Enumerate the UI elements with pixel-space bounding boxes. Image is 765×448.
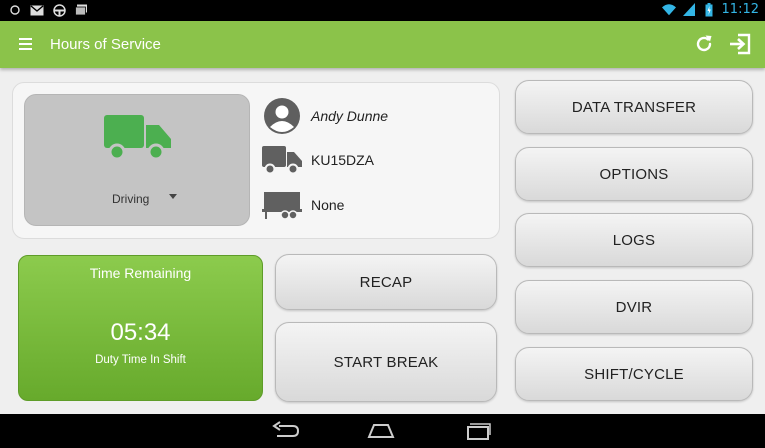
gmail-icon (30, 3, 44, 17)
app-bar: Hours of Service (0, 21, 765, 68)
trailer-row: None (262, 185, 344, 225)
signal-icon (682, 3, 696, 17)
wifi-icon (661, 3, 676, 17)
status-clock: 11:12 (721, 2, 759, 17)
time-remaining-title: Time Remaining (89, 265, 192, 281)
driver-name: Andy Dunne (311, 108, 389, 124)
trailer-icon (262, 185, 302, 225)
time-remaining-subtitle: Duty Time In Shift (95, 354, 186, 366)
trailer-id: None (311, 197, 345, 213)
image-icon (74, 3, 88, 17)
android-debug-icon (8, 3, 22, 17)
truck-icon (104, 113, 172, 163)
refresh-icon[interactable] (693, 33, 715, 55)
back-icon[interactable] (271, 421, 301, 441)
app-screen: 11:12 Hours of Service Driving Andy Dunn… (0, 0, 765, 448)
system-nav-bar (0, 414, 765, 448)
logs-button[interactable]: LOGS (515, 213, 753, 267)
status-bar: 11:12 (0, 0, 765, 21)
options-button[interactable]: OPTIONS (515, 147, 753, 201)
start-break-button[interactable]: START BREAK (275, 322, 497, 402)
data-transfer-button[interactable]: DATA TRANSFER (515, 80, 753, 134)
page-title: Hours of Service (50, 36, 161, 53)
time-remaining-card[interactable]: Time Remaining 05:34 Duty Time In Shift (18, 255, 263, 401)
recent-apps-icon[interactable] (463, 421, 493, 441)
battery-icon (702, 2, 716, 17)
chevron-down-icon (169, 194, 177, 199)
dvir-button[interactable]: DVIR (515, 280, 753, 334)
home-icon[interactable] (366, 421, 396, 441)
vehicle-row: KU15DZA (262, 140, 374, 180)
duty-status-selector[interactable]: Driving (24, 94, 250, 226)
shift-cycle-button[interactable]: SHIFT/CYCLE (515, 347, 753, 401)
driver-name-row: Andy Dunne (262, 96, 388, 136)
user-avatar-icon (262, 96, 302, 136)
menu-icon[interactable] (17, 36, 35, 52)
vehicle-id: KU15DZA (311, 152, 375, 168)
time-remaining-value: 05:34 (110, 319, 171, 346)
recap-button[interactable]: RECAP (275, 254, 497, 310)
steering-wheel-icon (52, 3, 66, 17)
logout-icon[interactable] (728, 32, 752, 56)
duty-status-label: Driving (112, 192, 150, 206)
vehicle-truck-icon (262, 140, 302, 180)
